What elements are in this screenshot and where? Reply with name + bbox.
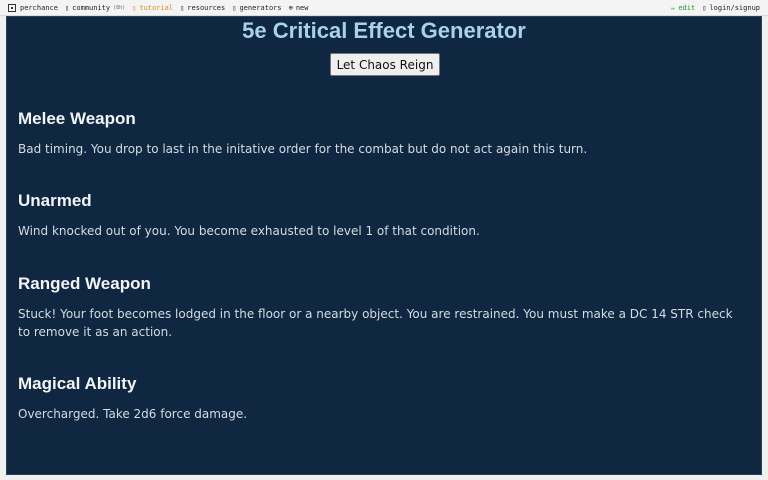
section-heading: Melee Weapon (18, 109, 136, 128)
folder-icon: ▯ (180, 3, 185, 12)
section-heading: Magical Ability (18, 374, 137, 393)
nav-resources[interactable]: ▯ resources (180, 4, 225, 12)
let-chaos-reign-button[interactable]: Let Chaos Reign (330, 53, 440, 76)
section-melee-weapon: Melee Weapon Bad timing. You drop to las… (18, 109, 748, 158)
nav-perchance[interactable]: perchance (8, 4, 58, 12)
nav-right-group: ✏ edit ▯ login/signup (671, 0, 760, 16)
pencil-icon: ✏ (671, 3, 676, 12)
book-icon: ▯ (132, 3, 137, 12)
chat-icon: ▯ (64, 3, 70, 12)
section-heading: Unarmed (18, 191, 92, 210)
plus-icon: ⊕ (288, 3, 293, 12)
nav-left-group: perchance ▯ community (8h) ▯ tutorial ▯ … (8, 0, 315, 16)
nav-generators-label: generators (239, 4, 282, 12)
page-title: 5e Critical Effect Generator (242, 18, 526, 43)
section-heading: Ranged Weapon (18, 274, 151, 293)
section-magical-ability: Magical Ability Overcharged. Take 2d6 fo… (18, 374, 748, 423)
section-unarmed: Unarmed Wind knocked out of you. You bec… (18, 191, 748, 240)
nav-tutorial-label: tutorial (139, 4, 174, 12)
section-ranged-weapon: Ranged Weapon Stuck! Your foot becomes l… (18, 274, 748, 341)
generator-panel: 5e Critical Effect Generator Let Chaos R… (6, 16, 762, 475)
nav-tutorial[interactable]: ▯ tutorial (132, 4, 173, 12)
nav-generators[interactable]: ▯ generators (232, 4, 281, 12)
nav-perchance-label: perchance (20, 4, 58, 12)
nav-resources-label: resources (187, 4, 226, 12)
section-text: Wind knocked out of you. You become exha… (18, 224, 480, 238)
nav-edit[interactable]: ✏ edit (671, 4, 695, 12)
page-bottom-margin (0, 475, 768, 480)
grid-icon: ▯ (232, 3, 237, 12)
top-navigation-bar: perchance ▯ community (8h) ▯ tutorial ▯ … (0, 0, 768, 16)
nav-edit-label: edit (678, 4, 696, 12)
nav-community[interactable]: ▯ community (8h) (65, 4, 125, 12)
nav-new-label: new (295, 4, 309, 12)
user-icon: ▯ (702, 3, 707, 12)
nav-community-label: community (72, 4, 111, 12)
perchance-logo-icon (8, 4, 16, 12)
section-text: Overcharged. Take 2d6 force damage. (18, 407, 248, 421)
section-text: Stuck! Your foot becomes lodged in the f… (18, 307, 733, 339)
section-text: Bad timing. You drop to last in the init… (18, 142, 588, 156)
nav-new[interactable]: ⊕ new (289, 4, 309, 12)
nav-login[interactable]: ▯ login/signup (702, 4, 760, 12)
nav-login-label: login/signup (709, 4, 760, 12)
community-badge: (8h) (113, 5, 126, 11)
